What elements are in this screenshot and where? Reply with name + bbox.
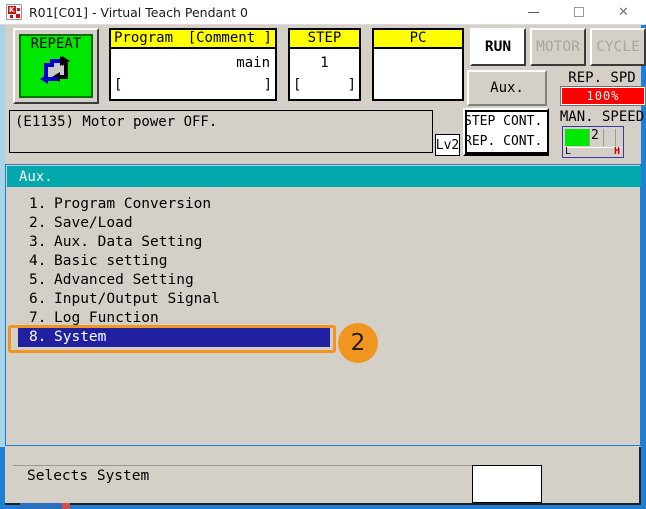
minimize-icon [528, 11, 539, 13]
menu-item-save-load[interactable]: 2. Save/Load [7, 214, 641, 233]
man-speed-low-mark: L [565, 146, 572, 157]
menu-item-advanced-setting[interactable]: 5. Advanced Setting [7, 271, 641, 290]
program-bracket-left: [ [114, 77, 123, 93]
menu-item-label: Save/Load [54, 215, 133, 231]
status-button-cycle[interactable]: CYCLE [590, 28, 646, 66]
menu-item-number: 7. [29, 310, 47, 326]
step-cont-label: STEP CONT. [465, 114, 543, 129]
annotation-step-badge: 2 [338, 323, 378, 363]
cycle-arrows-icon [36, 53, 76, 93]
pc-value [374, 49, 462, 77]
menu-item-label: Program Conversion [54, 196, 212, 212]
status-button-motor-label: MOTOR [532, 30, 584, 64]
message-level-badge[interactable]: Lv2 [435, 134, 460, 156]
bottom-input-field[interactable] [472, 465, 542, 503]
pc-info-box[interactable]: PC [372, 28, 464, 101]
menu-item-label: Aux. Data Setting [54, 234, 203, 250]
maximize-icon [573, 7, 584, 17]
content-panel: Aux. 1. Program Conversion 2. Save/Load 3.… [5, 164, 641, 446]
pc-box-header: PC [374, 30, 462, 49]
mode-button-label: REPEAT [30, 36, 82, 52]
menu-item-aux-data-setting[interactable]: 3. Aux. Data Setting [7, 233, 641, 252]
man-speed-high-mark: H [613, 146, 620, 157]
program-info-box[interactable]: Program [Comment ] main [ ] [109, 28, 277, 101]
menu-item-system[interactable]: 8. System [18, 328, 330, 347]
menu-item-program-conversion[interactable]: 1. Program Conversion [7, 195, 641, 214]
window-controls: ✕ [511, 0, 646, 25]
menu-item-label: System [54, 329, 107, 345]
taskbar-blue-tick [20, 503, 62, 509]
menu-item-label: Input/Output Signal [54, 291, 220, 307]
minimize-button[interactable] [511, 0, 556, 25]
app-icon: K [6, 4, 22, 20]
menu-item-log-function[interactable]: 7. Log Function [7, 309, 641, 328]
menu-item-label: Log Function [54, 310, 159, 326]
tab-aux-label: Aux. [19, 168, 53, 185]
aux-menu-list: 1. Program Conversion 2. Save/Load 3. Aux. … [7, 195, 641, 347]
message-text: (E1135) Motor power OFF. [15, 114, 218, 130]
window-title: R01[C01] - Virtual Teach Pendant 0 [29, 4, 248, 20]
menu-item-number: 3. [29, 234, 47, 250]
bottom-divider [13, 465, 473, 466]
menu-item-label: Basic setting [54, 253, 168, 269]
menu-item-number: 8. [29, 329, 47, 345]
menu-item-number: 2. [29, 215, 47, 231]
virtual-teach-pendant-window: K R01[C01] - Virtual Teach Pendant 0 ✕ R… [0, 0, 646, 509]
menu-item-number: 5. [29, 272, 47, 288]
program-box-header-left: Program [114, 30, 174, 46]
gauge-tick-1 [589, 129, 590, 146]
menu-item-number: 6. [29, 291, 47, 307]
mode-button-repeat[interactable]: REPEAT [13, 28, 99, 104]
gauge-tick-3 [615, 129, 616, 146]
rep-speed-value: 100% [560, 86, 646, 106]
menu-item-basic-setting[interactable]: 4. Basic setting [7, 252, 641, 271]
status-button-cycle-label: CYCLE [592, 30, 644, 64]
pendant-header: REPEAT Program [Comment] main [] STEP … [5, 26, 646, 166]
program-name-value: main [236, 55, 270, 71]
man-speed-fill [565, 129, 589, 146]
aux-side-button[interactable]: Aux. [467, 70, 547, 106]
step-brackets: [ ] [290, 77, 359, 93]
close-button[interactable]: ✕ [601, 0, 646, 25]
program-comment-brackets: [ ] [111, 77, 275, 93]
step-box-header: STEP [290, 30, 359, 49]
man-speed-value: 2 [591, 128, 599, 143]
gauge-tick-2 [603, 129, 604, 146]
status-button-motor[interactable]: MOTOR [530, 28, 586, 66]
status-button-run[interactable]: RUN [470, 28, 526, 66]
message-box: (E1135) Motor power OFF. [9, 110, 433, 153]
tab-aux[interactable]: Aux. [7, 166, 641, 187]
taskbar-red-tick [62, 503, 70, 509]
status-button-run-label: RUN [472, 30, 524, 64]
title-bar: K R01[C01] - Virtual Teach Pendant 0 ✕ [0, 0, 646, 25]
step-info-box[interactable]: STEP 1 [ ] [288, 28, 361, 101]
menu-item-input-output-signal[interactable]: 6. Input/Output Signal [7, 290, 641, 309]
menu-item-label: Advanced Setting [54, 272, 194, 288]
step-value: 1 [320, 55, 329, 71]
program-bracket-right: ] [263, 77, 272, 93]
continue-mode-box[interactable]: STEP CONT. REP. CONT. [463, 108, 549, 156]
man-speed-gauge[interactable]: 2 L H [562, 126, 624, 158]
program-box-header-right: [Comment ] [187, 30, 272, 46]
menu-item-number: 1. [29, 196, 47, 212]
rep-cont-label: REP. CONT. [465, 134, 543, 149]
step-bracket-right: ] [347, 77, 356, 93]
step-bracket-left: [ [293, 77, 302, 93]
maximize-button[interactable] [556, 0, 601, 25]
man-speed-label: MAN. SPEED [559, 109, 645, 125]
program-box-header: Program [Comment ] [111, 30, 275, 49]
menu-item-number: 4. [29, 253, 47, 269]
bottom-hint-text: Selects System [27, 468, 150, 484]
rep-speed-label: REP. SPD [568, 70, 636, 86]
bottom-status-bar: Selects System [5, 447, 641, 505]
